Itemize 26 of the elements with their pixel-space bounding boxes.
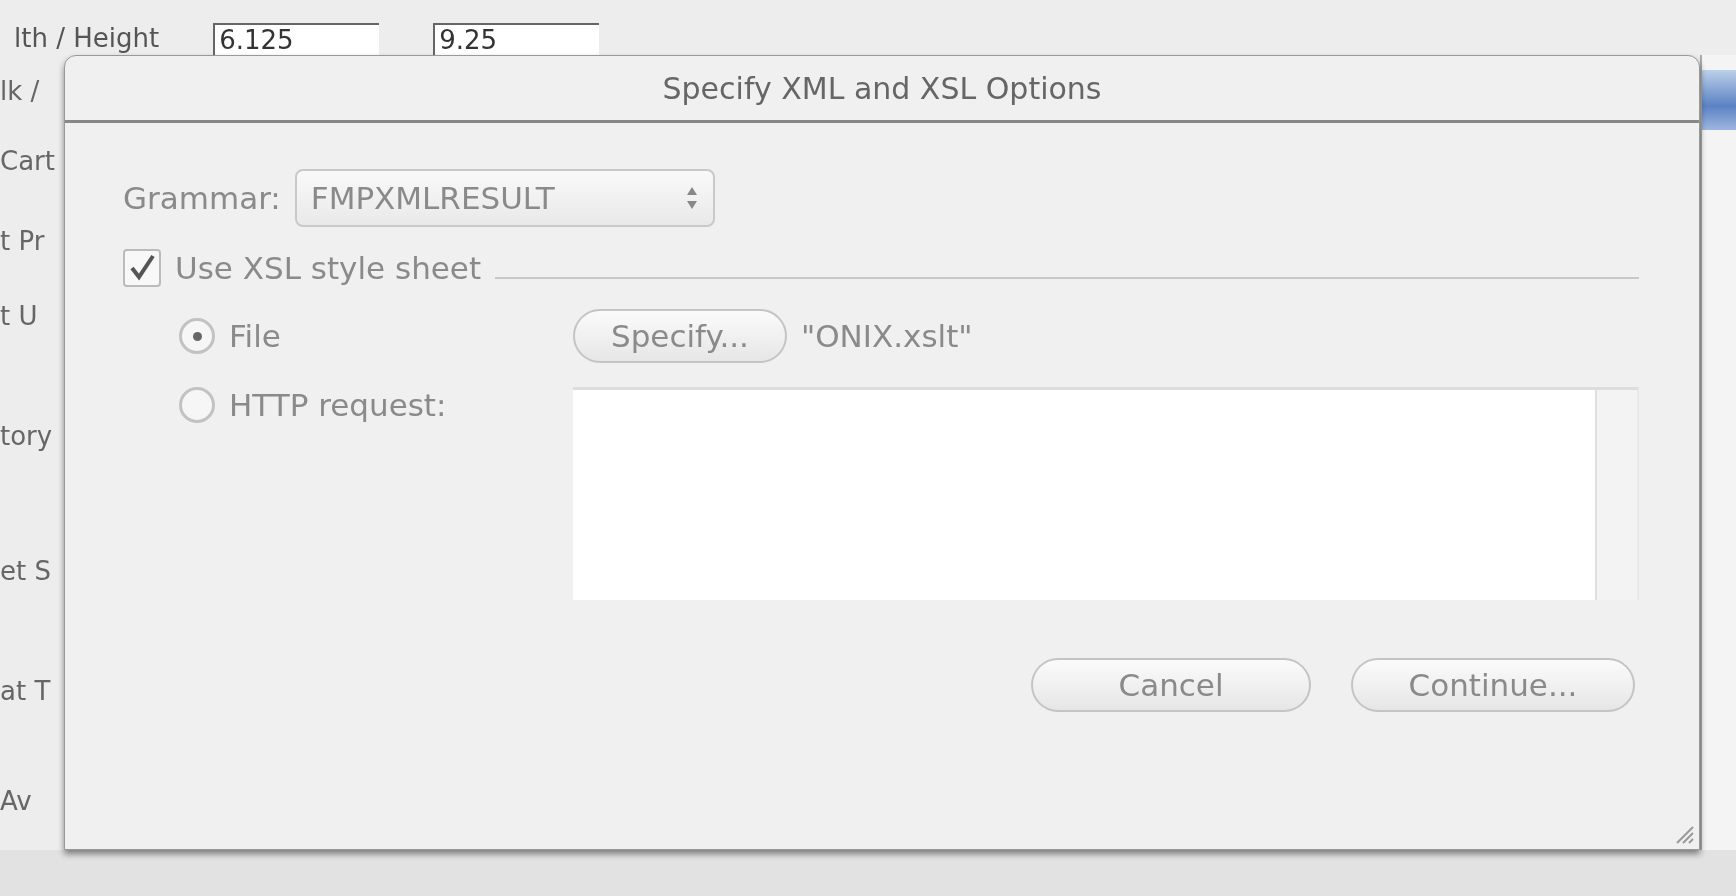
- cancel-button[interactable]: Cancel: [1031, 658, 1311, 712]
- radio-label: File: [229, 318, 282, 354]
- field-label: Av: [0, 785, 33, 818]
- grammar-popup[interactable]: FMPXMLRESULT: [294, 169, 715, 227]
- continue-button[interactable]: Continue...: [1351, 658, 1635, 712]
- field-label: lth / Height: [14, 23, 160, 55]
- xsl-checkbox[interactable]: [123, 249, 161, 287]
- radio-button[interactable]: [179, 318, 215, 354]
- input-field[interactable]: 6.125: [213, 23, 380, 55]
- stepper-arrows-icon: [684, 185, 699, 211]
- field-label: lk /: [0, 75, 41, 108]
- input-field[interactable]: 9.25: [433, 23, 600, 55]
- field-label: tory: [0, 420, 54, 453]
- field-label: Cart: [0, 145, 56, 178]
- field-label: et S: [0, 555, 52, 588]
- radio-label: HTTP request:: [229, 387, 448, 423]
- dialog-title: Specify XML and XSL Options: [65, 56, 1699, 123]
- field-label: t U: [0, 300, 39, 333]
- selection-band: [1702, 70, 1736, 130]
- radio-button[interactable]: [179, 387, 215, 423]
- specify-button[interactable]: Specify...: [573, 309, 787, 363]
- field-label: at T: [0, 675, 52, 708]
- grammar-label: Grammar:: [123, 180, 281, 216]
- file-name: "ONIX.xslt": [800, 318, 973, 354]
- field-label: t Pr: [0, 225, 46, 258]
- checkbox-label: Use XSL style sheet: [175, 250, 482, 286]
